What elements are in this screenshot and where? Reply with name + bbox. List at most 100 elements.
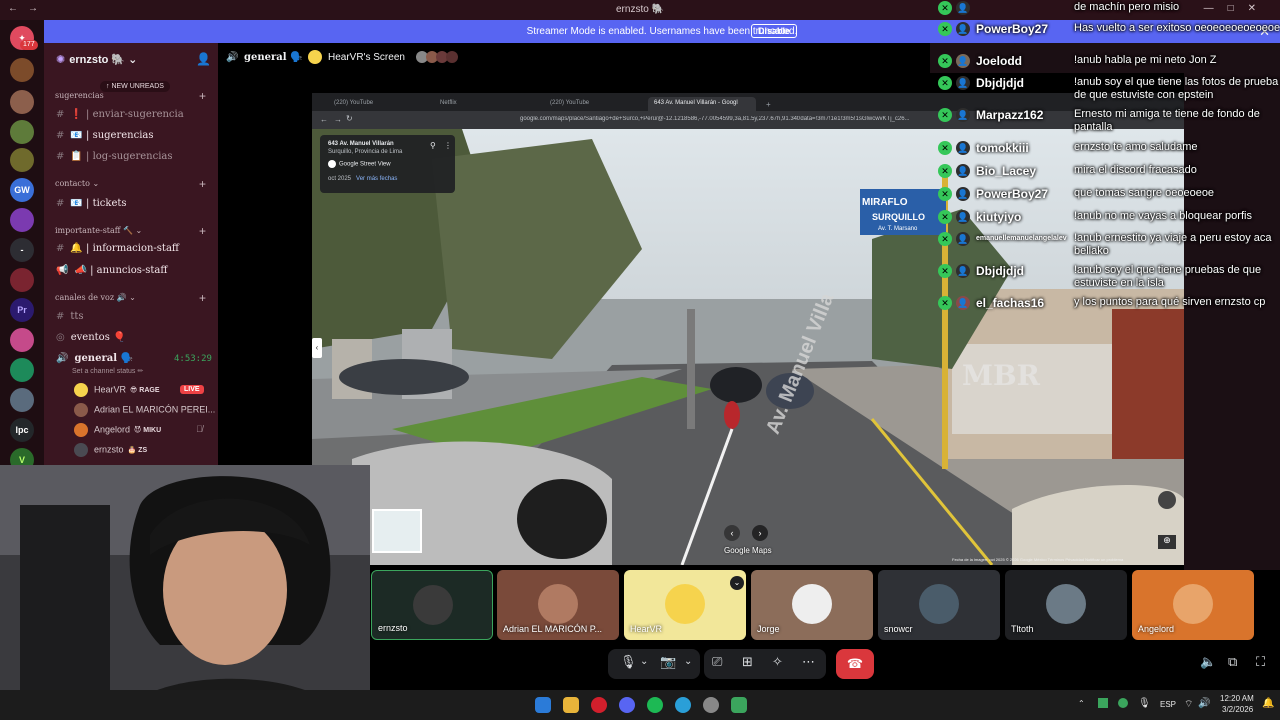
server-icon[interactable]: lpc <box>10 418 34 442</box>
server-icon[interactable] <box>10 58 34 82</box>
clock-time[interactable]: 12:20 AM <box>1220 694 1254 703</box>
channel-enviar-sugerencia[interactable]: # ❗ | enviar-sugerencia <box>56 109 184 120</box>
channel-general-voice[interactable]: 🔊 general 🗣️ <box>56 353 133 364</box>
participant-tile[interactable]: Angelord <box>1132 570 1254 640</box>
minimap[interactable] <box>372 509 422 553</box>
server-icon[interactable] <box>10 90 34 114</box>
add-channel-icon[interactable]: + <box>199 224 206 238</box>
channel-informacion-staff[interactable]: # 🔔 | informacion-staff <box>56 243 179 254</box>
voice-user[interactable]: Adrian EL MARICÓN PEREI... <box>74 403 215 419</box>
leave-call-button[interactable]: ☎ <box>836 649 874 679</box>
channel-status-prompt[interactable]: Set a channel status ✏ <box>72 367 143 375</box>
server-icon[interactable] <box>10 208 34 232</box>
category-canales-de-voz[interactable]: canales de voz 🔊 ⌄ <box>55 293 136 302</box>
add-channel-icon[interactable]: + <box>199 291 206 305</box>
voice-user[interactable]: Angelord 😈 MIKU <box>74 423 161 439</box>
volume-icon[interactable]: 🔈 <box>1200 654 1216 670</box>
server-name[interactable]: ✺ ernzsto 🐘 ⌄ <box>56 53 137 66</box>
channel-label: 📋 | log-sugerencias <box>70 151 173 162</box>
profile-icon: 👤 <box>956 54 970 68</box>
popout-icon[interactable]: ⧉ <box>1228 654 1237 670</box>
channel-sugerencias[interactable]: # 📧 | sugerencias <box>56 130 154 141</box>
voice-user[interactable]: ernzsto 🎂 ZS <box>74 443 147 459</box>
channel-anuncios-staff[interactable]: 📢 📣 | anuncios-staff <box>56 265 167 276</box>
url-text[interactable]: google.com/maps/place/Santiago+de+Surco,… <box>520 116 930 122</box>
mic-tray-icon[interactable]: 🎙 <box>1138 698 1151 709</box>
steam-icon[interactable] <box>703 697 719 713</box>
new-unreads-pill[interactable]: ↑ NEW UNREADS <box>100 81 170 92</box>
tray-icon[interactable] <box>1118 698 1128 708</box>
channel-eventos[interactable]: ◎ eventos 🎈 <box>56 332 125 343</box>
chevron-down-icon[interactable]: ⌄ <box>684 656 692 667</box>
reload-icon[interactable]: ↻ <box>346 114 353 123</box>
zoom-icon[interactable]: ⊕ <box>1158 535 1176 549</box>
options-icon[interactable]: ⌄ <box>730 576 744 590</box>
participant-tile[interactable]: Jorge <box>751 570 873 640</box>
channel-tickets[interactable]: # 📧 | tickets <box>56 198 127 209</box>
microphone-icon[interactable]: 🎙 <box>620 654 637 670</box>
premiere-icon[interactable]: Pr <box>10 298 34 322</box>
category-contacto[interactable]: contacto ⌄ <box>55 179 99 188</box>
opera-icon[interactable] <box>591 697 607 713</box>
participant-tile[interactable]: HearVR ⌄ <box>624 570 746 640</box>
more-dates-link[interactable]: Ver más fechas <box>356 176 397 182</box>
server-icon[interactable] <box>10 120 34 144</box>
file-explorer-icon[interactable] <box>563 697 579 713</box>
channel-log-sugerencias[interactable]: # 📋 | log-sugerencias <box>56 151 173 162</box>
browser-tab[interactable]: (220) YouTube <box>544 97 595 111</box>
browser-tab-active[interactable]: 643 Av. Manuel Villarán - Googl <box>648 97 756 111</box>
wifi-icon[interactable]: ⌔ <box>1184 698 1193 711</box>
discord-icon[interactable] <box>619 697 635 713</box>
compass-icon[interactable] <box>1158 491 1176 509</box>
spotify-icon[interactable] <box>647 697 663 713</box>
disable-streamer-mode-button[interactable]: Disable <box>751 24 798 38</box>
prev-arrow-icon[interactable]: ‹ <box>724 525 740 541</box>
browser-tab[interactable]: (220) YouTube <box>328 97 379 111</box>
server-icon[interactable] <box>10 268 34 292</box>
add-channel-icon[interactable]: + <box>199 177 206 191</box>
server-icon[interactable]: - <box>10 238 34 262</box>
server-icon[interactable]: GW <box>10 178 34 202</box>
activities-icon[interactable]: ⊞ <box>742 654 753 670</box>
street-view-info-card[interactable]: 643 Av. Manuel Villarán Surquillo, Provi… <box>320 135 455 193</box>
participant-tile[interactable]: Tltoth <box>1005 570 1127 640</box>
more-icon[interactable]: ⋯ <box>802 654 815 670</box>
server-icon[interactable] <box>10 148 34 172</box>
forward-icon[interactable]: → <box>334 115 342 124</box>
pin-icon[interactable]: ⚲ <box>430 141 436 150</box>
next-arrow-icon[interactable]: › <box>752 525 768 541</box>
fullscreen-icon[interactable]: ⛶ <box>1256 654 1265 670</box>
edge-icon[interactable] <box>675 697 691 713</box>
start-icon[interactable] <box>535 697 551 713</box>
category-sugerencias[interactable]: sugerencias <box>55 91 104 100</box>
add-member-icon[interactable]: 👤 <box>196 52 211 66</box>
clock-date[interactable]: 3/2/2026 <box>1222 705 1253 714</box>
tray-overflow-icon[interactable]: ⌃ <box>1078 699 1085 708</box>
app-icon[interactable] <box>731 697 747 713</box>
chevron-down-icon[interactable]: ⌄ <box>640 656 648 667</box>
collapse-panel-icon[interactable]: ‹ <box>312 338 322 358</box>
add-channel-icon[interactable]: + <box>199 89 206 103</box>
participant-tile[interactable]: snowcr <box>878 570 1000 640</box>
avatar <box>538 584 578 624</box>
screen-share-icon[interactable]: ⎚ <box>712 654 722 670</box>
server-icon[interactable] <box>10 328 34 352</box>
participants-strip: ernzsto Adrian EL MARICÓN P... HearVR ⌄ J… <box>370 570 1280 640</box>
browser-tab[interactable]: Netflix <box>434 97 463 111</box>
new-tab-button[interactable]: + <box>760 97 777 111</box>
category-importante-staff[interactable]: importante-staff 🔨 ⌄ <box>55 226 142 235</box>
server-icon[interactable] <box>10 358 34 382</box>
tray-icon[interactable] <box>1098 698 1108 708</box>
notification-icon[interactable]: 🔔 <box>1262 698 1274 709</box>
volume-icon[interactable]: 🔊 <box>1198 698 1210 709</box>
participant-tile[interactable]: Adrian EL MARICÓN P... <box>497 570 619 640</box>
camera-off-icon[interactable]: 📷 <box>660 654 676 670</box>
server-icon[interactable] <box>10 388 34 412</box>
voice-user[interactable]: HearVR 😎 RAGE <box>74 383 159 399</box>
language-indicator[interactable]: ESP <box>1160 700 1176 709</box>
soundboard-icon[interactable]: ✧ <box>772 654 783 670</box>
participant-tile[interactable]: ernzsto <box>371 570 493 640</box>
more-options-icon[interactable]: ⋮ <box>444 141 452 150</box>
channel-tts[interactable]: # tts <box>56 311 84 322</box>
back-icon[interactable]: ← <box>320 115 328 124</box>
